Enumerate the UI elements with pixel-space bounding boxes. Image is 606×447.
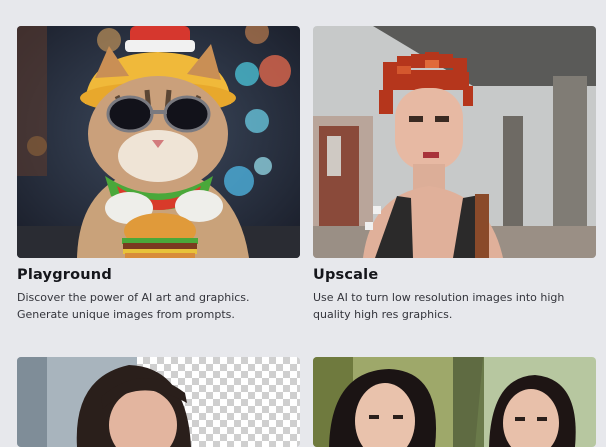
card-background-removal[interactable] <box>0 340 303 447</box>
card-description: Discover the power of AI art and graphic… <box>17 291 250 321</box>
card-face-swap[interactable] <box>303 340 606 447</box>
background-removal-portrait-image[interactable] <box>17 357 300 447</box>
pixelated-portrait-image[interactable] <box>313 26 596 258</box>
card-upscale[interactable]: Upscale Use AI to turn low resolution im… <box>303 0 606 340</box>
card-description: Use AI to turn low resolution images int… <box>313 291 565 321</box>
card-title[interactable]: Playground <box>17 267 112 283</box>
card-playground[interactable]: Playground Discover the power of AI art … <box>0 0 303 340</box>
cat-with-burger-image[interactable] <box>17 26 300 258</box>
face-swap-portraits-image[interactable] <box>313 357 596 447</box>
card-title[interactable]: Upscale <box>313 267 378 283</box>
